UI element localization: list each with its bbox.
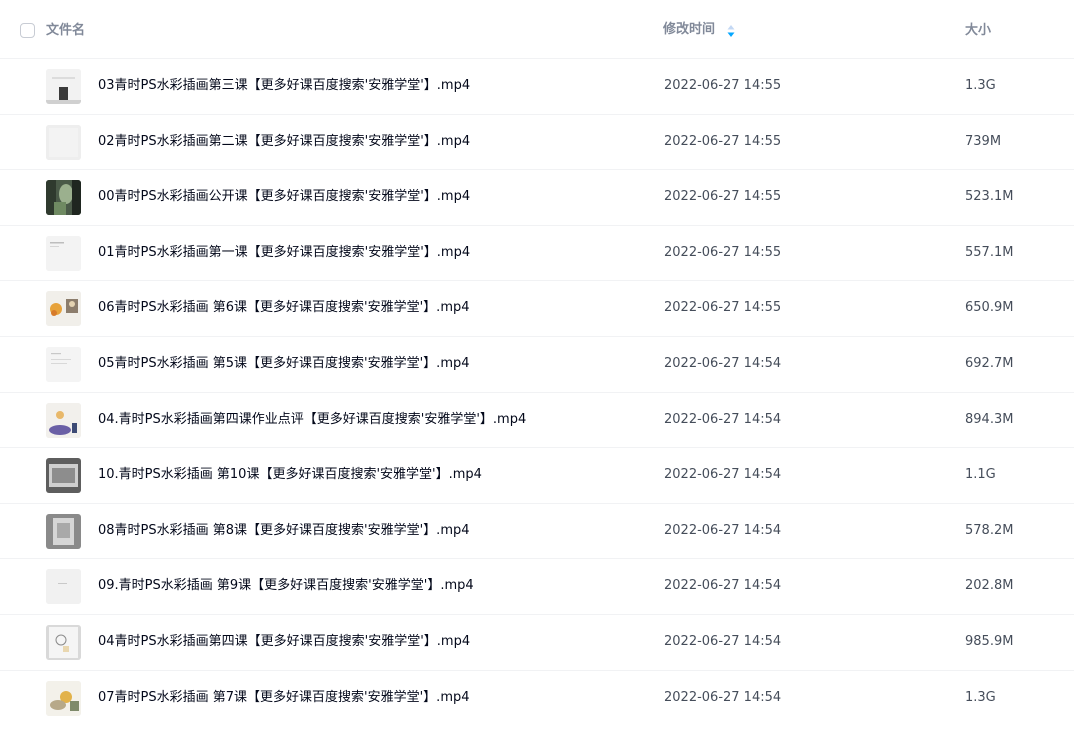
- file-row[interactable]: 08青时PS水彩插画 第8课【更多好课百度搜索'安雅学堂'】.mp4 2022-…: [0, 502, 1074, 559]
- file-modified-time: 2022-06-27 14:55: [664, 133, 782, 149]
- file-modified-time: 2022-06-27 14:54: [664, 578, 782, 594]
- file-name[interactable]: 08青时PS水彩插画 第8课【更多好课百度搜索'安雅学堂'】.mp4: [98, 522, 470, 540]
- file-modified-time: 2022-06-27 14:54: [664, 411, 782, 427]
- video-thumbnail[interactable]: [46, 291, 81, 327]
- file-row[interactable]: 02青时PS水彩插画第二课【更多好课百度搜索'安雅学堂'】.mp4 2022-0…: [0, 113, 1074, 170]
- file-list: 03青时PS水彩插画第三课【更多好课百度搜索'安雅学堂'】.mp4 2022-0…: [0, 58, 1074, 725]
- video-thumbnail[interactable]: [46, 402, 81, 438]
- video-thumbnail[interactable]: [46, 346, 81, 382]
- file-size: 985.9M: [965, 633, 1014, 649]
- video-thumbnail[interactable]: [46, 69, 81, 104]
- file-row[interactable]: 01青时PS水彩插画第一课【更多好课百度搜索'安雅学堂'】.mp4 2022-0…: [0, 224, 1074, 281]
- file-row[interactable]: 06青时PS水彩插画 第6课【更多好课百度搜索'安雅学堂'】.mp4 2022-…: [0, 280, 1074, 336]
- file-name[interactable]: 03青时PS水彩插画第三课【更多好课百度搜索'安雅学堂'】.mp4: [98, 77, 470, 95]
- file-row[interactable]: 00青时PS水彩插画公开课【更多好课百度搜索'安雅学堂'】.mp4 2022-0…: [0, 169, 1074, 225]
- file-size: 202.8M: [965, 578, 1014, 594]
- file-modified-time: 2022-06-27 14:54: [664, 689, 782, 705]
- file-modified-time: 2022-06-27 14:54: [664, 355, 782, 371]
- file-name[interactable]: 10.青时PS水彩插画 第10课【更多好课百度搜索'安雅学堂'】.mp4: [98, 466, 482, 484]
- file-name[interactable]: 02青时PS水彩插画第二课【更多好课百度搜索'安雅学堂'】.mp4: [98, 133, 470, 151]
- file-row[interactable]: 03青时PS水彩插画第三课【更多好课百度搜索'安雅学堂'】.mp4 2022-0…: [0, 58, 1074, 114]
- file-row[interactable]: 04.青时PS水彩插画第四课作业点评【更多好课百度搜索'安雅学堂'】.mp4 2…: [0, 391, 1074, 448]
- column-header-size[interactable]: 大小: [965, 22, 991, 40]
- video-thumbnail[interactable]: [46, 624, 81, 660]
- video-thumbnail[interactable]: [46, 569, 81, 605]
- file-size: 692.7M: [965, 355, 1014, 371]
- column-header-modified-time[interactable]: 修改时间: [663, 21, 715, 39]
- file-modified-time: 2022-06-27 14:54: [664, 633, 782, 649]
- file-row[interactable]: 09.青时PS水彩插画 第9课【更多好课百度搜索'安雅学堂'】.mp4 2022…: [0, 558, 1074, 614]
- file-size: 523.1M: [965, 189, 1014, 205]
- file-name[interactable]: 04.青时PS水彩插画第四课作业点评【更多好课百度搜索'安雅学堂'】.mp4: [98, 411, 526, 429]
- file-row[interactable]: 05青时PS水彩插画 第5课【更多好课百度搜索'安雅学堂'】.mp4 2022-…: [0, 335, 1074, 392]
- video-thumbnail[interactable]: [46, 124, 81, 160]
- file-name[interactable]: 09.青时PS水彩插画 第9课【更多好课百度搜索'安雅学堂'】.mp4: [98, 577, 474, 595]
- file-modified-time: 2022-06-27 14:54: [664, 467, 782, 483]
- file-modified-time: 2022-06-27 14:55: [664, 189, 782, 205]
- file-modified-time: 2022-06-27 14:54: [664, 522, 782, 538]
- file-modified-time: 2022-06-27 14:55: [664, 244, 782, 260]
- file-name[interactable]: 01青时PS水彩插画第一课【更多好课百度搜索'安雅学堂'】.mp4: [98, 244, 470, 262]
- file-size: 578.2M: [965, 522, 1014, 538]
- select-all-checkbox[interactable]: [20, 23, 35, 38]
- file-row[interactable]: 10.青时PS水彩插画 第10课【更多好课百度搜索'安雅学堂'】.mp4 202…: [0, 447, 1074, 503]
- file-size: 557.1M: [965, 244, 1014, 260]
- file-size: 739M: [965, 133, 1002, 149]
- file-list-header: 文件名 修改时间 大小: [0, 0, 1074, 58]
- file-modified-time: 2022-06-27 14:55: [664, 300, 782, 316]
- video-thumbnail[interactable]: [46, 680, 81, 716]
- file-name[interactable]: 00青时PS水彩插画公开课【更多好课百度搜索'安雅学堂'】.mp4: [98, 188, 470, 206]
- file-name[interactable]: 04青时PS水彩插画第四课【更多好课百度搜索'安雅学堂'】.mp4: [98, 633, 470, 651]
- video-thumbnail[interactable]: [46, 458, 81, 494]
- file-row[interactable]: 07青时PS水彩插画 第7课【更多好课百度搜索'安雅学堂'】.mp4 2022-…: [0, 669, 1074, 726]
- file-name[interactable]: 05青时PS水彩插画 第5课【更多好课百度搜索'安雅学堂'】.mp4: [98, 355, 470, 373]
- video-thumbnail[interactable]: [46, 235, 81, 271]
- file-modified-time: 2022-06-27 14:55: [664, 78, 782, 93]
- video-thumbnail[interactable]: [46, 513, 81, 549]
- column-header-name[interactable]: 文件名: [46, 22, 85, 40]
- video-thumbnail[interactable]: [46, 180, 81, 216]
- file-name[interactable]: 06青时PS水彩插画 第6课【更多好课百度搜索'安雅学堂'】.mp4: [98, 299, 470, 317]
- file-size: 1.3G: [965, 689, 996, 705]
- file-row[interactable]: 04青时PS水彩插画第四课【更多好课百度搜索'安雅学堂'】.mp4 2022-0…: [0, 613, 1074, 670]
- file-size: 650.9M: [965, 300, 1014, 316]
- file-name[interactable]: 07青时PS水彩插画 第7课【更多好课百度搜索'安雅学堂'】.mp4: [98, 689, 470, 707]
- sort-icon[interactable]: [727, 24, 735, 38]
- file-size: 1.1G: [965, 467, 996, 483]
- file-size: 894.3M: [965, 411, 1014, 427]
- file-size: 1.3G: [965, 78, 996, 93]
